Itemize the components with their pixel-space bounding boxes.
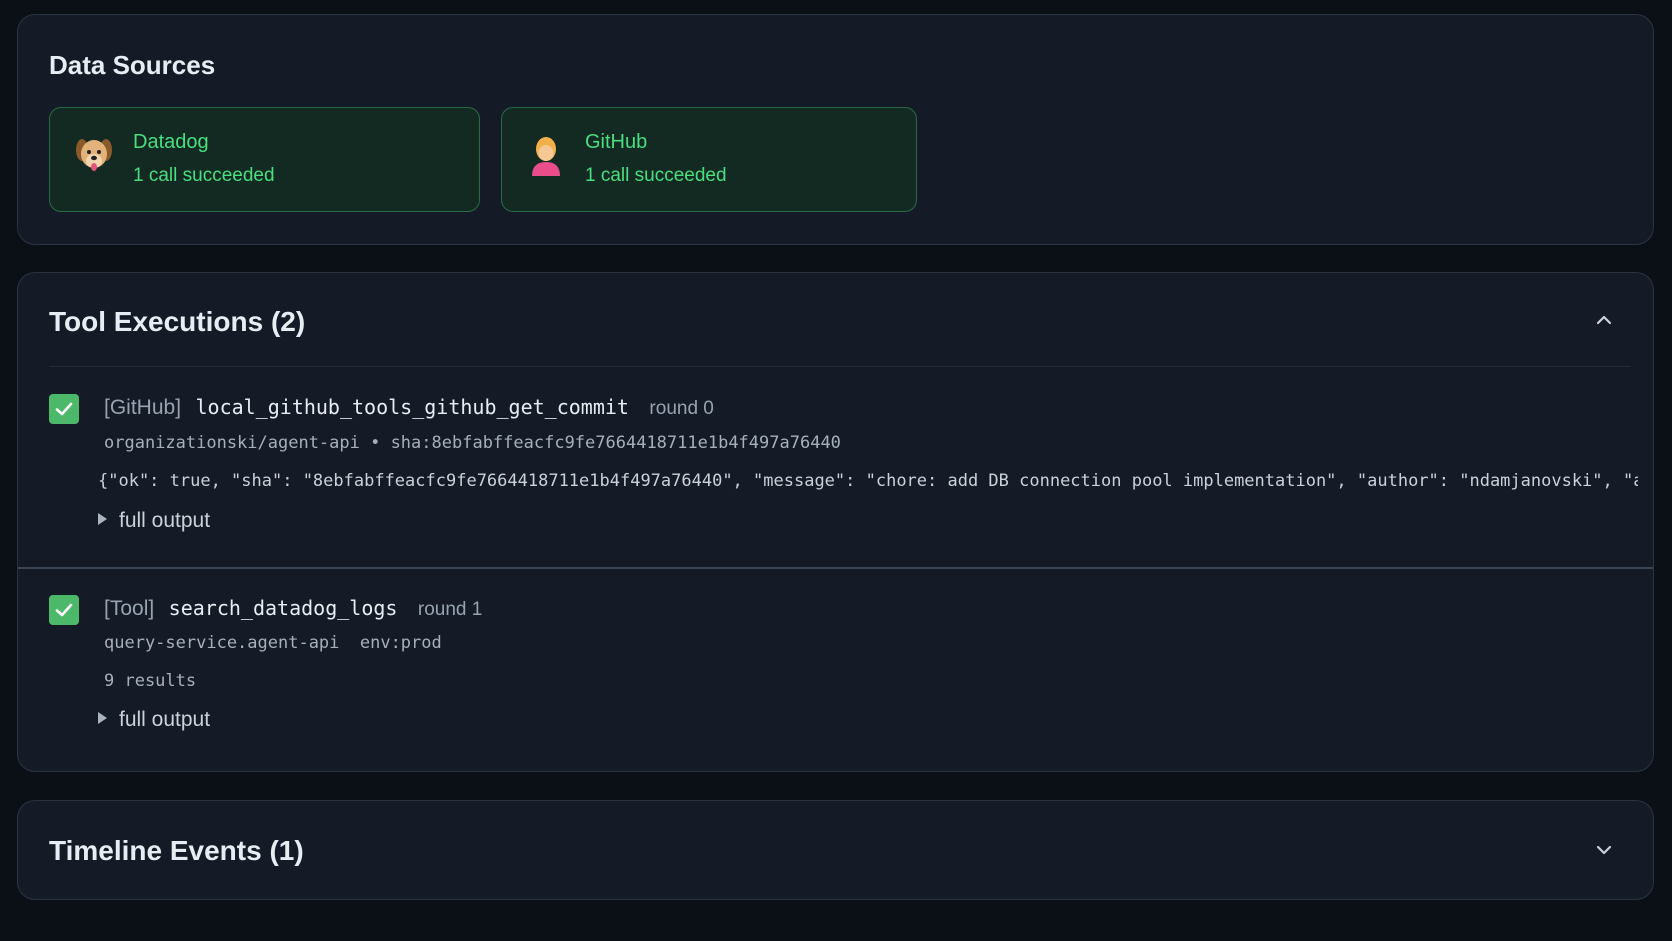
- source-tag: [Tool]: [104, 597, 155, 620]
- execution-meta: organizationski/agent-api • sha:8ebfabff…: [104, 433, 841, 453]
- timeline-events-title[interactable]: Timeline Events (1): [49, 835, 304, 867]
- caret-right-icon: [98, 712, 107, 724]
- round-label: round 1: [417, 599, 483, 620]
- success-check-icon: [49, 595, 79, 625]
- source-name: Datadog: [133, 131, 209, 153]
- source-status: 1 call succeeded: [585, 165, 727, 186]
- data-sources-title: Data Sources: [49, 50, 216, 80]
- full-output-toggle[interactable]: full output: [98, 509, 210, 533]
- source-name: GitHub: [585, 131, 648, 153]
- source-tag: [GitHub]: [104, 396, 182, 419]
- success-check-icon: [49, 394, 79, 424]
- timeline-events-panel: Timeline Events (1): [17, 800, 1654, 900]
- tool-name: local_github_tools_github_get_commit: [195, 395, 629, 419]
- source-status: 1 call succeeded: [133, 165, 275, 186]
- execution-header: [Tool] search_datadog_logs round 1: [104, 596, 482, 621]
- execution-meta: query-service.agent-api env:prod: [104, 633, 442, 653]
- tool-executions-panel: Tool Executions (2) [GitHub] local_githu…: [17, 272, 1654, 772]
- output-preview: {"ok": true, "sha": "8ebfabffeacfc9fe766…: [98, 471, 1638, 491]
- tool-name: search_datadog_logs: [168, 596, 398, 620]
- execution-divider: [18, 567, 1653, 569]
- chevron-up-icon[interactable]: [1593, 309, 1615, 331]
- results-count: 9 results: [104, 671, 197, 691]
- full-output-label: full output: [119, 708, 211, 731]
- dog-face-icon: [76, 139, 112, 171]
- chevron-down-icon[interactable]: [1593, 839, 1615, 861]
- data-sources-panel: Data Sources Datadog 1 call succeeded Gi…: [17, 14, 1654, 245]
- caret-right-icon: [98, 513, 107, 525]
- tool-executions-title[interactable]: Tool Executions (2): [49, 306, 305, 338]
- round-label: round 0: [649, 398, 714, 419]
- person-icon: [532, 137, 560, 176]
- source-card-datadog[interactable]: Datadog 1 call succeeded: [49, 107, 480, 212]
- full-output-toggle[interactable]: full output: [98, 708, 210, 732]
- execution-header: [GitHub] local_github_tools_github_get_c…: [104, 395, 714, 420]
- source-card-github[interactable]: GitHub 1 call succeeded: [501, 107, 917, 212]
- header-divider: [49, 366, 1631, 367]
- full-output-label: full output: [119, 509, 211, 532]
